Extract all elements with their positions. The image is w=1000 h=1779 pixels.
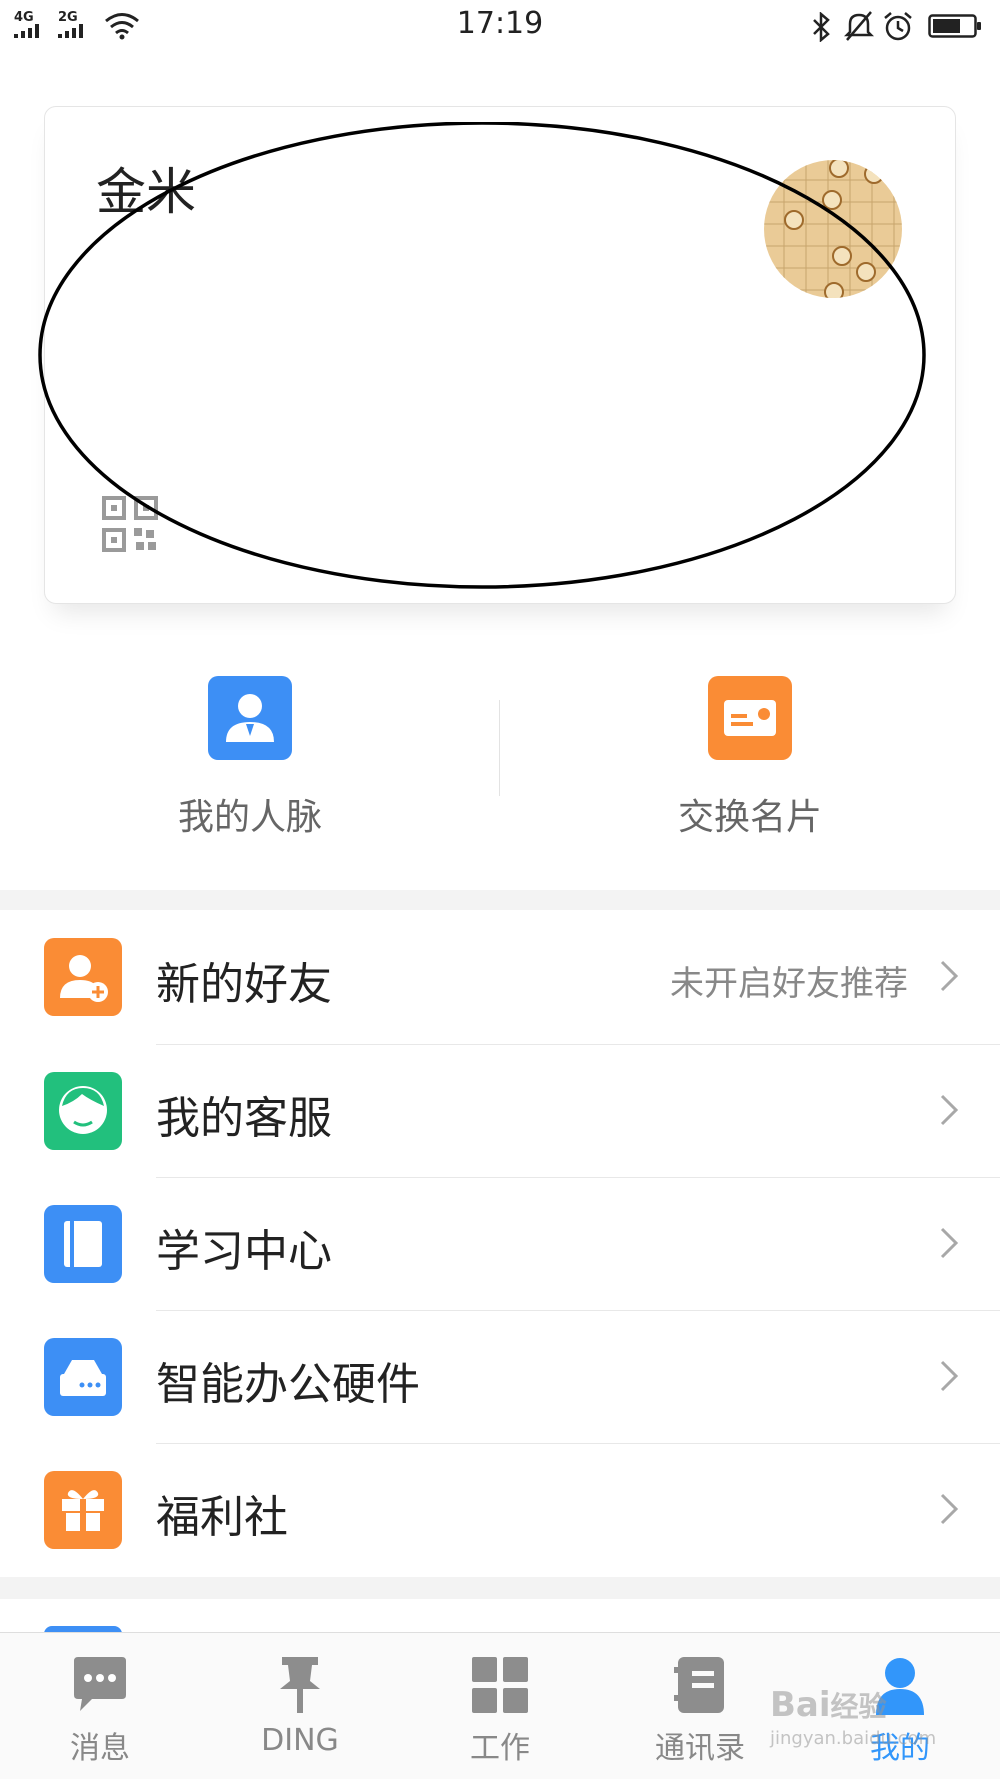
menu-item-office-hardware[interactable]: 智能办公硬件 [0,1310,1000,1444]
chevron-right-icon [940,960,959,992]
battery-icon [928,14,981,38]
status-bar: 4G 2G 17:19 [0,0,1000,56]
watermark-text: Bai经验 [770,1685,887,1725]
exchange-card-button[interactable]: 交换名片 [500,676,1000,838]
chevron-right-icon [940,1493,959,1525]
chevron-right-icon [940,1360,959,1392]
menu-item-label: 我的客服 [156,1093,332,1144]
menu-item-new-friends[interactable]: 新的好友 未开启好友推荐 [0,910,1000,1044]
chevron-right-icon [940,1227,959,1259]
business-card-icon [708,676,792,760]
watermark-url: jingyan.baidu.com [770,1728,937,1749]
grid-icon [472,1657,528,1713]
office-hardware-icon [44,1338,122,1416]
menu-item-customer-service[interactable]: 我的客服 [0,1044,1000,1178]
section-gap [0,890,1000,910]
exchange-card-label: 交换名片 [677,797,822,838]
bluetooth-icon [813,12,830,42]
chevron-right-icon [940,1094,959,1126]
section-gap [0,1577,1000,1599]
gift-icon [44,1471,122,1549]
contacts-icon [208,676,292,760]
menu-item-label: 新的好友 [156,959,332,1010]
menu-item-label: 智能办公硬件 [156,1359,420,1410]
customer-service-icon [44,1072,122,1150]
tab-label: 消息 [70,1731,130,1766]
menu-item-label: 福利社 [156,1492,288,1543]
menu-item-learning-center[interactable]: 学习中心 [0,1177,1000,1311]
book-icon [44,1205,122,1283]
mute-bell-icon [844,11,874,41]
tab-label: DING [261,1723,339,1758]
tab-ding[interactable]: DING [200,1633,400,1779]
my-contacts-button[interactable]: 我的人脉 [0,676,500,838]
address-book-icon [674,1657,724,1713]
my-contacts-label: 我的人脉 [177,797,322,838]
alarm-icon [884,12,912,41]
friend-recommend-status: 未开启好友推荐 [670,964,908,1004]
pin-icon [280,1657,320,1713]
add-friend-icon [44,938,122,1016]
tab-work[interactable]: 工作 [400,1633,600,1779]
tab-label: 工作 [470,1731,530,1766]
tab-messages[interactable]: 消息 [0,1633,200,1779]
menu-item-label: 学习中心 [156,1226,332,1277]
ellipse-scribble-annotation [38,122,926,589]
menu-item-welfare[interactable]: 福利社 [0,1443,1000,1577]
message-icon [74,1657,126,1711]
